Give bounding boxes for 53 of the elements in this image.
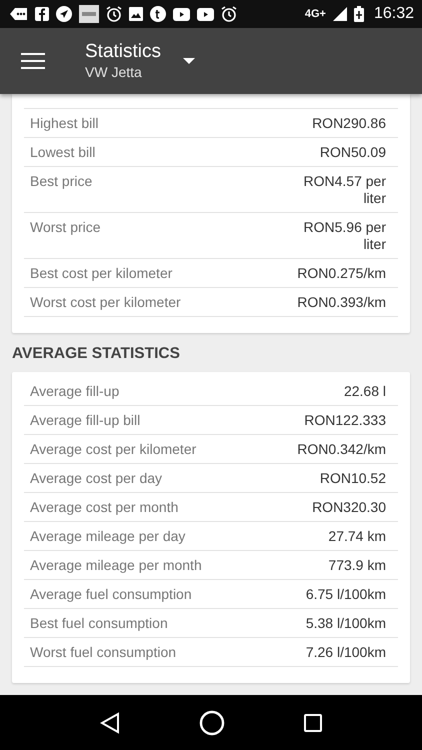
stat-value: RON320.30 (312, 499, 386, 516)
stat-label: Average fill-up (30, 383, 120, 400)
stat-label: Worst price (30, 219, 101, 236)
chat-icon (10, 7, 28, 21)
blog-icon (150, 6, 166, 22)
stat-label: Average cost per kilometer (30, 441, 196, 458)
stat-label: Average fill-up bill (30, 412, 140, 429)
stat-value: RON4.57 per liter (302, 173, 386, 207)
video-icon (197, 8, 214, 20)
stat-value: RON0.342/km (297, 441, 386, 458)
stat-value: 22.68 l (344, 383, 386, 400)
section-heading: AVERAGE STATISTICS (12, 345, 181, 363)
navigation-icon (56, 6, 72, 22)
stat-label: Average fuel consumption (30, 586, 192, 603)
network-type: 4G+ (304, 8, 326, 20)
stat-value: RON50.09 (320, 144, 386, 161)
stat-label: Average cost per month (30, 499, 178, 516)
image-icon (129, 7, 143, 21)
video-icon (173, 8, 190, 20)
stat-value: RON122.333 (304, 412, 386, 429)
vehicle-name[interactable]: VW Jetta (85, 63, 162, 81)
stat-value: RON0.275/km (297, 265, 386, 282)
stat-label: Best price (30, 173, 92, 190)
stat-label: Worst cost per kilometer (30, 294, 181, 311)
stat-label: Lowest bill (30, 144, 96, 161)
stat-label: Best fuel consumption (30, 615, 168, 632)
stat-value: 6.75 l/100km (306, 586, 386, 603)
stat-label: Average cost per day (30, 470, 162, 487)
stat-label: Average mileage per day (30, 528, 186, 545)
stat-label: Worst fuel consumption (30, 644, 176, 661)
alarm-icon (106, 6, 122, 22)
stat-label: Best cost per kilometer (30, 265, 172, 282)
signal-icon (332, 7, 347, 21)
stat-value: 5.38 l/100km (306, 615, 386, 632)
stat-value: RON5.96 per liter (302, 219, 386, 253)
back-icon[interactable] (100, 712, 120, 734)
dropdown-arrow-icon[interactable] (183, 58, 196, 64)
screen-title: Statistics (85, 41, 162, 63)
stat-value: 27.74 km (328, 528, 386, 545)
home-icon[interactable] (198, 710, 225, 736)
battery-icon (354, 6, 364, 22)
stat-value: 7.26 l/100km (306, 644, 386, 661)
stat-value: RON0.393/km (297, 294, 386, 311)
menu-icon[interactable] (21, 53, 45, 69)
stat-label: Highest bill (30, 115, 98, 132)
stat-label: Average mileage per month (30, 557, 202, 574)
clock: 16:32 (374, 5, 414, 23)
stat-value: RON290.86 (312, 115, 386, 132)
social-icon (35, 7, 49, 21)
stat-value: 773.9 km (328, 557, 386, 574)
recents-icon[interactable] (304, 714, 322, 732)
alarm-icon (221, 6, 237, 22)
stat-value: RON10.52 (320, 470, 386, 487)
